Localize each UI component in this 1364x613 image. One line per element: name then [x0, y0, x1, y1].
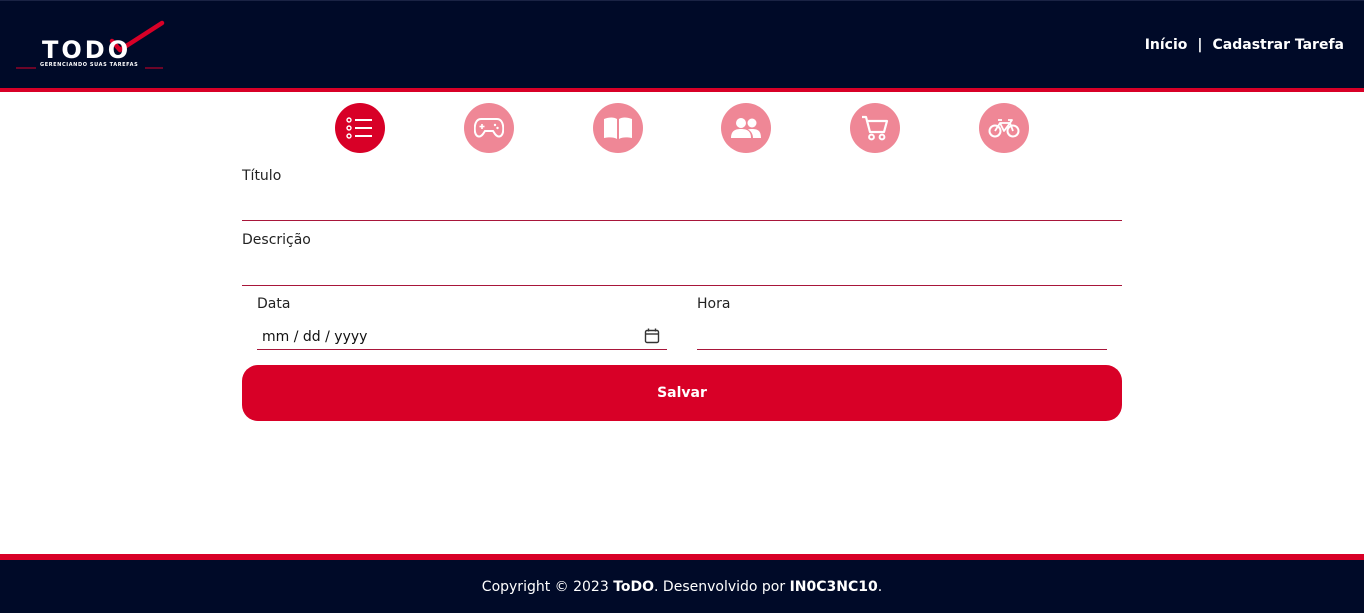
header: TODO GERENCIANDO SUAS TAREFAS Início | C… [0, 0, 1364, 88]
calendar-icon[interactable] [644, 328, 660, 344]
header-stripe [0, 88, 1364, 92]
nav-link-cadastrar-tarefa[interactable]: Cadastrar Tarefa [1213, 37, 1344, 53]
footer-brand: ToDO [613, 578, 655, 595]
date-label: Data [257, 296, 291, 312]
description-input[interactable] [242, 285, 1122, 286]
date-input[interactable]: mm / dd / yyyy [262, 329, 367, 345]
book-icon [604, 117, 632, 139]
footer-copyright: Copyright © 2023 [481, 578, 614, 595]
users-icon [731, 118, 761, 138]
time-label: Hora [697, 296, 731, 312]
category-study-button[interactable] [593, 103, 643, 153]
footer-text: Copyright © 2023 ToDO. Desenvolvido por … [482, 579, 882, 595]
logo-subtitle: GERENCIANDO SUAS TAREFAS [40, 62, 139, 68]
logo[interactable]: TODO GERENCIANDO SUAS TAREFAS [16, 19, 166, 74]
category-list-button[interactable] [335, 103, 385, 153]
title-label: Título [242, 168, 282, 184]
shopping-cart-icon [862, 115, 889, 141]
footer-suffix: . [877, 578, 883, 595]
nav-separator: | [1197, 37, 1203, 53]
bicycle-icon [988, 119, 1020, 138]
category-social-button[interactable] [721, 103, 771, 153]
footer-developed-by: . Desenvolvido por [654, 578, 790, 595]
description-label: Descrição [242, 232, 311, 248]
save-button[interactable]: Salvar [242, 365, 1122, 421]
gamepad-icon [474, 118, 504, 138]
top-nav: Início | Cadastrar Tarefa [1145, 37, 1344, 53]
category-games-button[interactable] [464, 103, 514, 153]
nav-link-inicio[interactable]: Início [1145, 37, 1188, 53]
footer-author: IN0C3NC10 [789, 578, 878, 595]
logo-text: TODO [42, 36, 132, 64]
list-icon [346, 117, 372, 139]
category-sports-button[interactable] [979, 103, 1029, 153]
date-underline [257, 349, 667, 350]
title-input[interactable] [242, 220, 1122, 221]
footer: Copyright © 2023 ToDO. Desenvolvido por … [0, 560, 1364, 613]
time-input[interactable] [697, 349, 1107, 350]
category-selector [0, 103, 1364, 153]
category-shopping-button[interactable] [850, 103, 900, 153]
